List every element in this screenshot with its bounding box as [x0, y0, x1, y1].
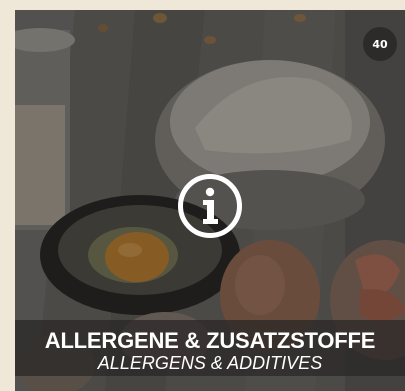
tile-subtitle: ALLERGENS & ADDITIVES	[97, 353, 323, 373]
page-background: 40 ALLERGENE & ZUSATZSTOFFE ALLERGENS & …	[0, 0, 405, 391]
tile-title: ALLERGENE & ZUSATZSTOFFE	[44, 328, 376, 353]
allergens-tile[interactable]: 40 ALLERGENE & ZUSATZSTOFFE ALLERGENS & …	[15, 10, 405, 391]
count-badge: 40	[363, 27, 397, 61]
title-banner: ALLERGENE & ZUSATZSTOFFE ALLERGENS & ADD…	[15, 320, 405, 376]
info-icon	[178, 174, 242, 238]
